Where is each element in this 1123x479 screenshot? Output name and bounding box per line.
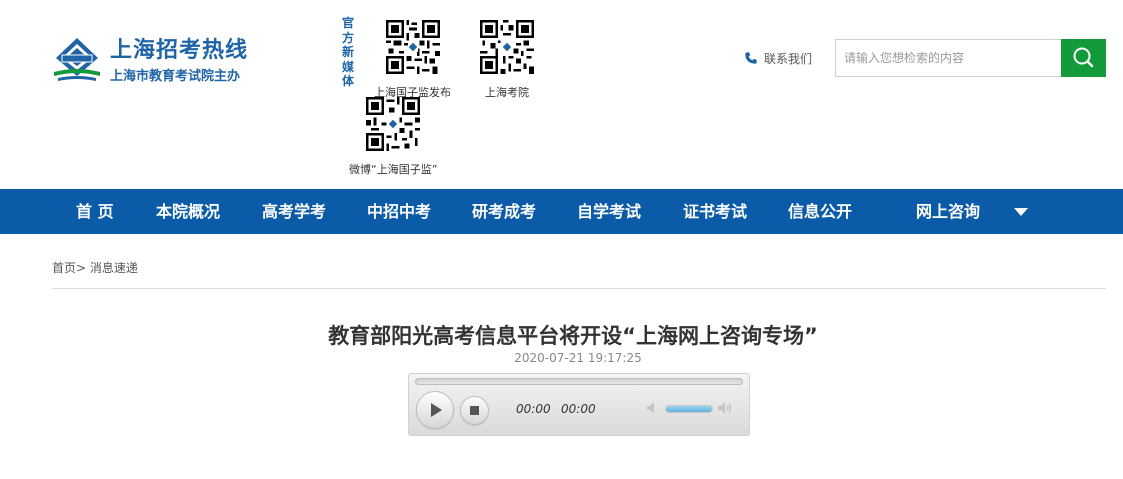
phone-icon — [745, 52, 757, 64]
nav-item-gaokao[interactable]: 高考学考 — [262, 189, 326, 234]
nav-item-zhongkao[interactable]: 中招中考 — [367, 189, 431, 234]
logo-title: 上海招考热线 — [110, 38, 249, 63]
main-nav: 首 页 本院概况 高考学考 中招中考 研考成考 自学考试 证书考试 信息公开 网… — [0, 189, 1123, 234]
nav-item-zixue[interactable]: 自学考试 — [577, 189, 641, 234]
logo-subtitle: 上海市教育考试院主办 — [110, 69, 241, 84]
nav-item-consult[interactable]: 网上咨询 — [916, 189, 980, 234]
contact-us-link[interactable]: 联系我们 — [744, 50, 812, 67]
nav-item-about[interactable]: 本院概况 — [156, 189, 220, 234]
qr-code-icon — [385, 20, 440, 74]
current-time: 00:00 — [516, 402, 551, 416]
site-header: 上海招考热线 上海市教育考试院主办 官方新媒体 上海国子监发布 上海考院 微博“… — [0, 0, 1123, 189]
qr-caption: 微博“上海国子监” — [349, 163, 438, 176]
nav-item-yankao[interactable]: 研考成考 — [472, 189, 536, 234]
article-date: 2020-07-21 19:17:25 — [514, 351, 642, 365]
stop-button[interactable] — [461, 397, 488, 424]
breadcrumb-home[interactable]: 首页 — [52, 261, 76, 275]
search-button[interactable] — [1061, 39, 1106, 77]
qr-code-kaoyuan: 上海考院 — [480, 20, 534, 100]
logo-emblem-icon — [54, 38, 100, 81]
site-logo[interactable]: 上海招考热线 上海市教育考试院主办 — [52, 32, 262, 88]
duration-time: 00:00 — [561, 402, 596, 416]
search-input[interactable] — [835, 39, 1061, 77]
site-search — [835, 39, 1106, 77]
volume-max-icon[interactable] — [717, 400, 733, 416]
play-button[interactable] — [417, 392, 453, 428]
qr-caption: 上海考院 — [485, 86, 529, 99]
qr-code-guozijian: 上海国子监发布 — [374, 20, 451, 100]
chevron-down-icon[interactable] — [1014, 208, 1028, 216]
nav-item-home[interactable]: 首 页 — [76, 189, 114, 234]
qr-code-icon — [366, 97, 421, 151]
volume-slider[interactable] — [666, 406, 712, 412]
breadcrumb-separator: > — [76, 261, 87, 275]
breadcrumb: 首页> 消息速递 — [52, 259, 138, 276]
contact-us-label: 联系我们 — [764, 52, 813, 66]
qr-code-icon — [480, 20, 534, 74]
audio-player: 00:00 00:00 — [408, 373, 750, 436]
official-media-label: 官方新媒体 — [341, 16, 354, 88]
mute-icon[interactable] — [645, 400, 661, 416]
breadcrumb-current[interactable]: 消息速递 — [90, 261, 138, 275]
divider — [52, 288, 1106, 289]
nav-item-disclosure[interactable]: 信息公开 — [788, 189, 852, 234]
search-icon — [1073, 47, 1094, 68]
article-title: 教育部阳光高考信息平台将开设“上海网上咨询专场” — [328, 324, 818, 348]
progress-bar[interactable] — [415, 378, 743, 385]
nav-item-certificate[interactable]: 证书考试 — [683, 189, 747, 234]
qr-code-weibo: 微博“上海国子监” — [349, 97, 437, 177]
